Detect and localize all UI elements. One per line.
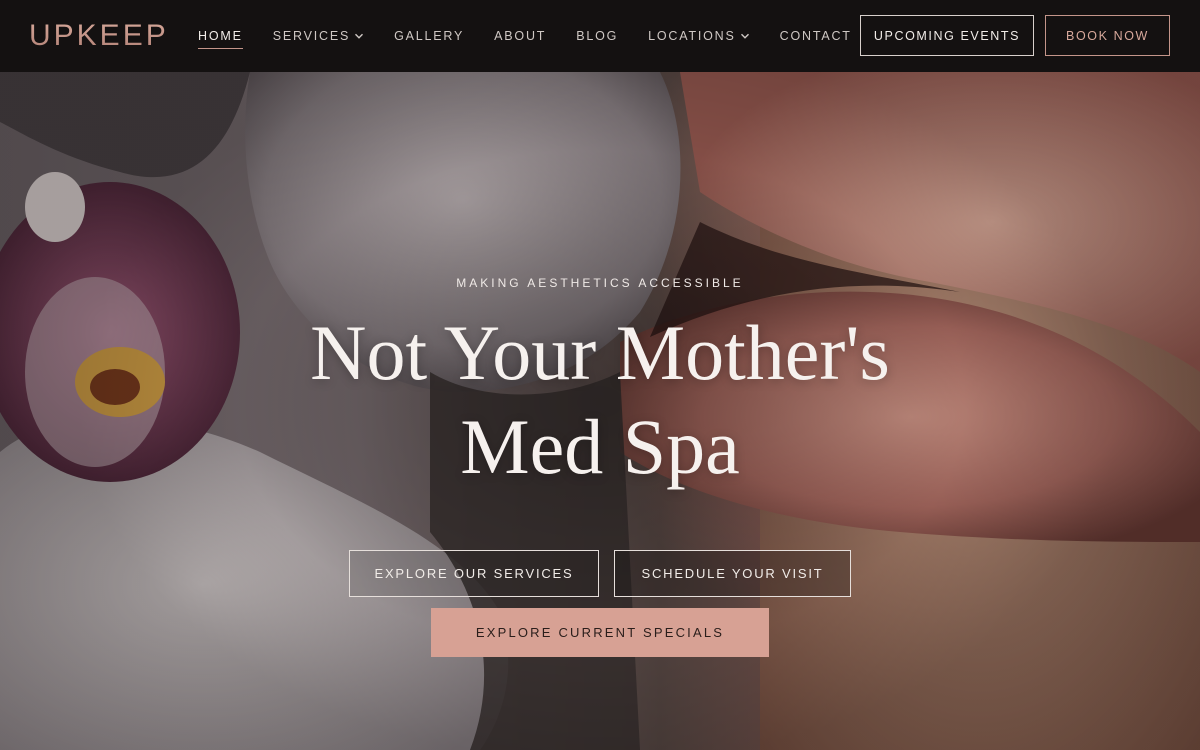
explore-specials-button[interactable]: EXPLORE CURRENT SPECIALS bbox=[431, 608, 769, 657]
nav-item-contact[interactable]: CONTACT bbox=[780, 29, 852, 43]
main-nav: HOME SERVICES GALLERY ABOUT BLOG LOCATIO… bbox=[198, 0, 882, 72]
upcoming-events-button[interactable]: UPCOMING EVENTS bbox=[860, 15, 1034, 56]
site-logo[interactable]: UPKEEP bbox=[29, 19, 169, 53]
nav-item-label: SERVICES bbox=[272, 29, 351, 43]
nav-item-label: CONTACT bbox=[779, 29, 852, 43]
explore-services-button[interactable]: EXPLORE OUR SERVICES bbox=[349, 550, 599, 597]
book-now-button[interactable]: BOOK NOW bbox=[1045, 15, 1170, 56]
nav-item-services[interactable]: SERVICES bbox=[273, 29, 364, 43]
nav-item-about[interactable]: ABOUT bbox=[494, 29, 546, 43]
hero-headline-line-1: Not Your Mother's bbox=[310, 309, 890, 396]
hero-headline: Not Your Mother's Med Spa bbox=[0, 306, 1200, 494]
nav-item-label: GALLERY bbox=[394, 29, 465, 43]
nav-item-home[interactable]: HOME bbox=[198, 29, 243, 49]
nav-item-gallery[interactable]: GALLERY bbox=[394, 29, 464, 43]
nav-item-label: LOCATIONS bbox=[648, 29, 736, 43]
chevron-down-icon bbox=[354, 31, 364, 41]
hero-headline-line-2: Med Spa bbox=[460, 403, 740, 490]
nav-item-locations[interactable]: LOCATIONS bbox=[648, 29, 750, 43]
nav-item-blog[interactable]: BLOG bbox=[576, 29, 618, 43]
nav-item-label: ABOUT bbox=[494, 29, 547, 43]
schedule-visit-button[interactable]: SCHEDULE YOUR VISIT bbox=[614, 550, 851, 597]
hero-eyebrow: MAKING AESTHETICS ACCESSIBLE bbox=[456, 276, 744, 290]
site-header: UPKEEP HOME SERVICES GALLERY ABOUT BLOG … bbox=[0, 0, 1200, 72]
nav-item-label: BLOG bbox=[576, 29, 619, 43]
chevron-down-icon bbox=[740, 31, 750, 41]
nav-item-label: HOME bbox=[198, 29, 243, 43]
